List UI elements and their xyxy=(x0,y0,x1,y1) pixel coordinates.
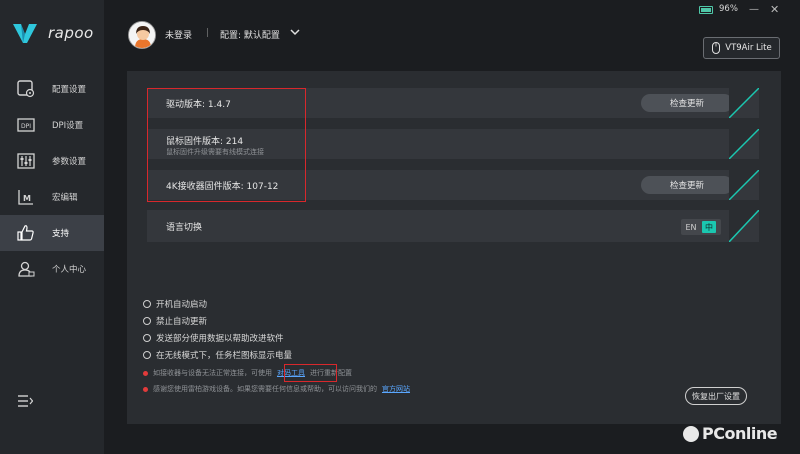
row-edge-decoration xyxy=(729,88,759,118)
close-button[interactable]: ✕ xyxy=(770,3,779,16)
highlight-box xyxy=(147,88,306,202)
language-label: 语言切换 xyxy=(166,223,203,233)
sidebar-item-dpi[interactable]: DPI DPI设置 xyxy=(0,107,104,143)
sidebar-item-macro[interactable]: M 宏编辑 xyxy=(0,179,104,215)
sidebar-item-support[interactable]: 支持 xyxy=(0,215,104,251)
option-label: 在无线模式下，任务栏图标显示电量 xyxy=(156,351,293,361)
watermark-logo-icon xyxy=(683,425,699,442)
thumbs-up-icon xyxy=(17,225,34,241)
check-receiver-update-button[interactable]: 检查更新 xyxy=(641,176,733,194)
minimize-button[interactable]: — xyxy=(749,4,759,15)
rapoo-logo-icon xyxy=(13,24,37,43)
sidebar: rapoo 配置设置 DPI DPI设置 参数设置 M 宏编辑 支持 个人中心 xyxy=(0,0,104,454)
radio-button[interactable] xyxy=(143,317,151,325)
dpi-icon: DPI xyxy=(17,118,35,132)
sidebar-item-label: 配置设置 xyxy=(52,85,87,95)
thanks-note-prefix: 感谢您使用雷柏游戏设备。如果您需要任何信息或帮助，可以访问我们的 xyxy=(153,385,377,393)
info-dot-icon xyxy=(143,386,148,392)
device-name: VT9Air Lite xyxy=(725,43,772,53)
menu-icon[interactable] xyxy=(17,394,33,408)
row-edge-decoration xyxy=(729,170,759,200)
thanks-note: 感谢您使用雷柏游戏设备。如果您需要任何信息或帮助，可以访问我们的 官方网站 xyxy=(143,384,410,394)
login-status[interactable]: 未登录 xyxy=(165,28,192,41)
sidebar-item-profile[interactable]: 个人中心 xyxy=(0,251,104,287)
avatar[interactable] xyxy=(128,21,156,49)
config-icon xyxy=(17,80,35,98)
config-selector[interactable]: 配置: 默认配置 xyxy=(220,28,280,41)
option-tray-battery[interactable]: 在无线模式下，任务栏图标显示电量 xyxy=(143,349,292,361)
user-icon xyxy=(18,261,35,277)
option-disable-auto-update[interactable]: 禁止自动更新 xyxy=(143,315,207,327)
lang-zh-option[interactable]: 中 xyxy=(702,221,716,233)
sidebar-item-label: 宏编辑 xyxy=(52,193,78,203)
row-edge-decoration xyxy=(729,210,759,242)
language-row: 语言切换 EN 中 xyxy=(147,210,759,242)
radio-button[interactable] xyxy=(143,334,151,342)
language-toggle[interactable]: EN 中 xyxy=(681,219,721,235)
chevron-down-icon[interactable] xyxy=(290,27,300,37)
row-edge-decoration xyxy=(729,129,759,159)
mouse-icon xyxy=(712,42,721,54)
official-site-link[interactable]: 官方网站 xyxy=(382,384,410,394)
option-autostart[interactable]: 开机自动启动 xyxy=(143,298,207,310)
option-label: 禁止自动更新 xyxy=(156,317,208,327)
watermark-text: PConline xyxy=(702,424,778,443)
sidebar-item-label: 个人中心 xyxy=(52,265,87,275)
battery-fill xyxy=(701,8,711,12)
sidebar-item-label: 参数设置 xyxy=(52,157,87,167)
radio-button[interactable] xyxy=(143,351,151,359)
option-label: 开机自动启动 xyxy=(156,300,208,310)
sidebar-item-label: 支持 xyxy=(52,229,70,239)
pairing-note-prefix: 如接收器与设备无法正常连接，可使用 xyxy=(153,369,272,377)
svg-text:M: M xyxy=(23,194,31,203)
radio-button[interactable] xyxy=(143,300,151,308)
sliders-icon xyxy=(17,153,35,169)
highlight-box xyxy=(284,364,337,382)
battery-icon xyxy=(699,6,713,14)
factory-reset-button[interactable]: 恢复出厂设置 xyxy=(685,387,747,405)
option-send-usage-data[interactable]: 发送部分使用数据以帮助改进软件 xyxy=(143,332,284,344)
info-dot-icon xyxy=(143,370,148,376)
svg-text:DPI: DPI xyxy=(21,123,31,130)
device-selector[interactable]: VT9Air Lite xyxy=(703,37,780,59)
check-driver-update-button[interactable]: 检查更新 xyxy=(641,94,733,112)
avatar-icon xyxy=(129,22,155,48)
lang-en-option[interactable]: EN xyxy=(681,223,701,232)
sidebar-item-label: DPI设置 xyxy=(52,121,84,131)
macro-icon: M xyxy=(18,190,33,205)
logo: rapoo xyxy=(12,18,94,48)
header-separator: | xyxy=(206,28,210,38)
battery-percent: 96% xyxy=(719,4,738,14)
sidebar-item-config[interactable]: 配置设置 xyxy=(0,71,104,107)
sidebar-item-params[interactable]: 参数设置 xyxy=(0,143,104,179)
brand-name: rapoo xyxy=(48,24,94,42)
watermark: PConline xyxy=(683,424,778,443)
option-label: 发送部分使用数据以帮助改进软件 xyxy=(156,334,284,344)
